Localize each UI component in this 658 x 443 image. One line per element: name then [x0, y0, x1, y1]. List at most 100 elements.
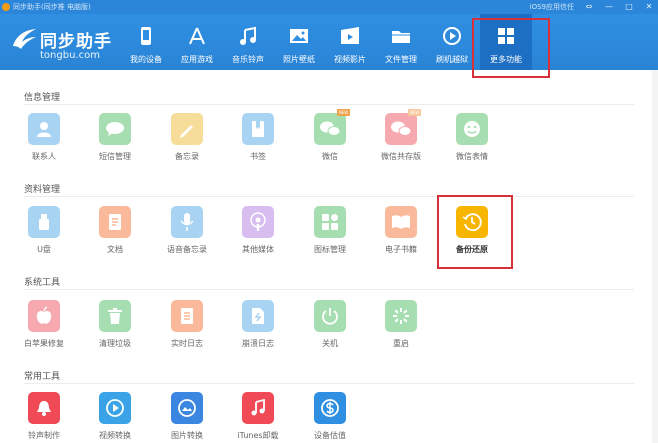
tool-ringtone-maker[interactable]: 铃声制作 — [14, 392, 74, 443]
log-icon — [171, 300, 203, 332]
brand-logo: 同步助手 tongbu.com — [10, 24, 120, 64]
document-icon — [99, 206, 131, 238]
new-badge: NEW — [337, 109, 350, 116]
tool-label: 短信管理 — [99, 152, 131, 161]
tool-restart[interactable]: 重启 — [371, 300, 431, 360]
trash-icon — [99, 300, 131, 332]
tool-bookmark[interactable]: 书签 — [228, 113, 288, 173]
restart-icon — [385, 300, 417, 332]
tool-label: 备忘录 — [175, 152, 199, 161]
tool-label: 清理垃圾 — [99, 339, 131, 348]
tool-label: 语音备忘录 — [167, 245, 207, 254]
tool-white-apple-fix[interactable]: 白苹果修复 — [14, 300, 74, 360]
tool-device-valuation[interactable]: 设备估值 — [300, 392, 360, 443]
tool-label: 微信共存版 — [381, 152, 421, 161]
minimize-icon[interactable]: — — [604, 2, 614, 12]
tool-video-convert[interactable]: 视频转换 — [85, 392, 145, 443]
nav-flash-jailbreak[interactable]: 刷机越狱 — [426, 14, 478, 70]
tool-label: 联系人 — [32, 152, 56, 161]
ios-trust-link[interactable]: iOS9应用信任 — [530, 0, 574, 14]
tool-label: 文档 — [107, 245, 123, 254]
tool-document[interactable]: 文档 — [85, 206, 145, 266]
divider — [24, 383, 634, 384]
section-title-data: 资料管理 — [24, 185, 61, 195]
tool-label: 铃声制作 — [28, 431, 60, 440]
app-store-icon — [189, 27, 205, 45]
play-icon — [99, 392, 131, 424]
book-icon — [385, 206, 417, 238]
tool-label: 微信 — [322, 152, 338, 161]
brand-name-cn: 同步助手 — [40, 32, 112, 52]
tool-label: 微信表情 — [456, 152, 488, 161]
title-bar: 同步助手(同步推 电脑版) iOS9应用信任 ⇔ — □ ✕ — [0, 0, 658, 14]
section-title-system: 系统工具 — [24, 278, 61, 288]
podcast-icon — [242, 206, 274, 238]
main-toolbar: 同步助手 tongbu.com 我的设备 应用游戏 音乐铃声 照片壁纸 视频影片… — [0, 14, 658, 70]
wechat-icon — [314, 113, 346, 145]
tool-label: 图片转换 — [171, 431, 203, 440]
tool-label: 崩溃日志 — [242, 339, 274, 348]
tool-label: 书签 — [250, 152, 266, 161]
new-badge: NEW — [408, 109, 421, 116]
tool-wechat-emoji[interactable]: 微信表情 — [442, 113, 502, 173]
app-window: 同步助手(同步推 电脑版) iOS9应用信任 ⇔ — □ ✕ 同步助手 tong… — [0, 0, 658, 443]
sms-icon — [99, 113, 131, 145]
icon-grid-icon — [314, 206, 346, 238]
section-title-common: 常用工具 — [24, 372, 61, 382]
contact-icon — [28, 113, 60, 145]
tool-icon-manage[interactable]: 图标管理 — [300, 206, 360, 266]
power-icon — [314, 300, 346, 332]
image-convert-icon — [171, 392, 203, 424]
tool-label: 实时日志 — [171, 339, 203, 348]
tool-label: 视频转换 — [99, 431, 131, 440]
tool-contacts[interactable]: 联系人 — [14, 113, 74, 173]
emoji-icon — [456, 113, 488, 145]
tool-label: 白苹果修复 — [24, 339, 64, 348]
close-icon[interactable]: ✕ — [644, 2, 654, 12]
bell-icon — [28, 392, 60, 424]
tool-label: 设备估值 — [314, 431, 346, 440]
picture-icon — [290, 29, 308, 43]
tool-voice-memo[interactable]: 语音备忘录 — [157, 206, 217, 266]
scrollbar[interactable] — [652, 70, 658, 443]
app-logo-icon — [2, 3, 10, 11]
maximize-icon[interactable]: □ — [624, 2, 634, 12]
film-icon — [341, 27, 359, 44]
bookmark-icon — [242, 113, 274, 145]
tool-ebooks[interactable]: 电子书籍 — [371, 206, 431, 266]
phone-icon — [141, 27, 151, 45]
tool-shutdown[interactable]: 关机 — [300, 300, 360, 360]
tool-clean-junk[interactable]: 清理垃圾 — [85, 300, 145, 360]
divider — [24, 196, 634, 197]
tool-crash-log[interactable]: 崩溃日志 — [228, 300, 288, 360]
itunes-icon — [242, 392, 274, 424]
tool-label: 图标管理 — [314, 245, 346, 254]
tool-backup-restore[interactable]: 备份还原 — [442, 206, 502, 266]
usb-drive-icon — [28, 206, 60, 238]
tool-label: 关机 — [322, 339, 338, 348]
title-area: 同步助手(同步推 电脑版) — [2, 0, 91, 14]
backup-clock-icon — [456, 206, 488, 238]
tool-itunes-uninstall[interactable]: iTunes卸载 — [228, 392, 288, 443]
tool-u-disk[interactable]: U盘 — [14, 206, 74, 266]
tool-memo[interactable]: 备忘录 — [157, 113, 217, 173]
memo-icon — [171, 113, 203, 145]
window-title: 同步助手(同步推 电脑版) — [13, 3, 91, 11]
flash-icon — [443, 27, 461, 45]
grid-icon — [498, 28, 514, 44]
tool-label: 电子书籍 — [385, 245, 417, 254]
tool-wechat[interactable]: NEW 微信 — [300, 109, 360, 173]
tool-wechat-coexist[interactable]: NEW 微信共存版 — [371, 109, 431, 173]
microphone-icon — [171, 206, 203, 238]
tongbu-logo-icon — [13, 29, 36, 49]
divider — [24, 104, 634, 105]
tool-label: U盘 — [37, 245, 51, 254]
nav-more-features[interactable]: 更多功能 — [480, 14, 532, 70]
tool-image-convert[interactable]: 图片转换 — [157, 392, 217, 443]
crash-log-icon — [242, 300, 274, 332]
tool-realtime-log[interactable]: 实时日志 — [157, 300, 217, 360]
tool-sms[interactable]: 短信管理 — [85, 113, 145, 173]
tool-other-media[interactable]: 其他媒体 — [228, 206, 288, 266]
switch-mode-icon[interactable]: ⇔ — [584, 2, 594, 12]
tool-label: 重启 — [393, 339, 409, 348]
